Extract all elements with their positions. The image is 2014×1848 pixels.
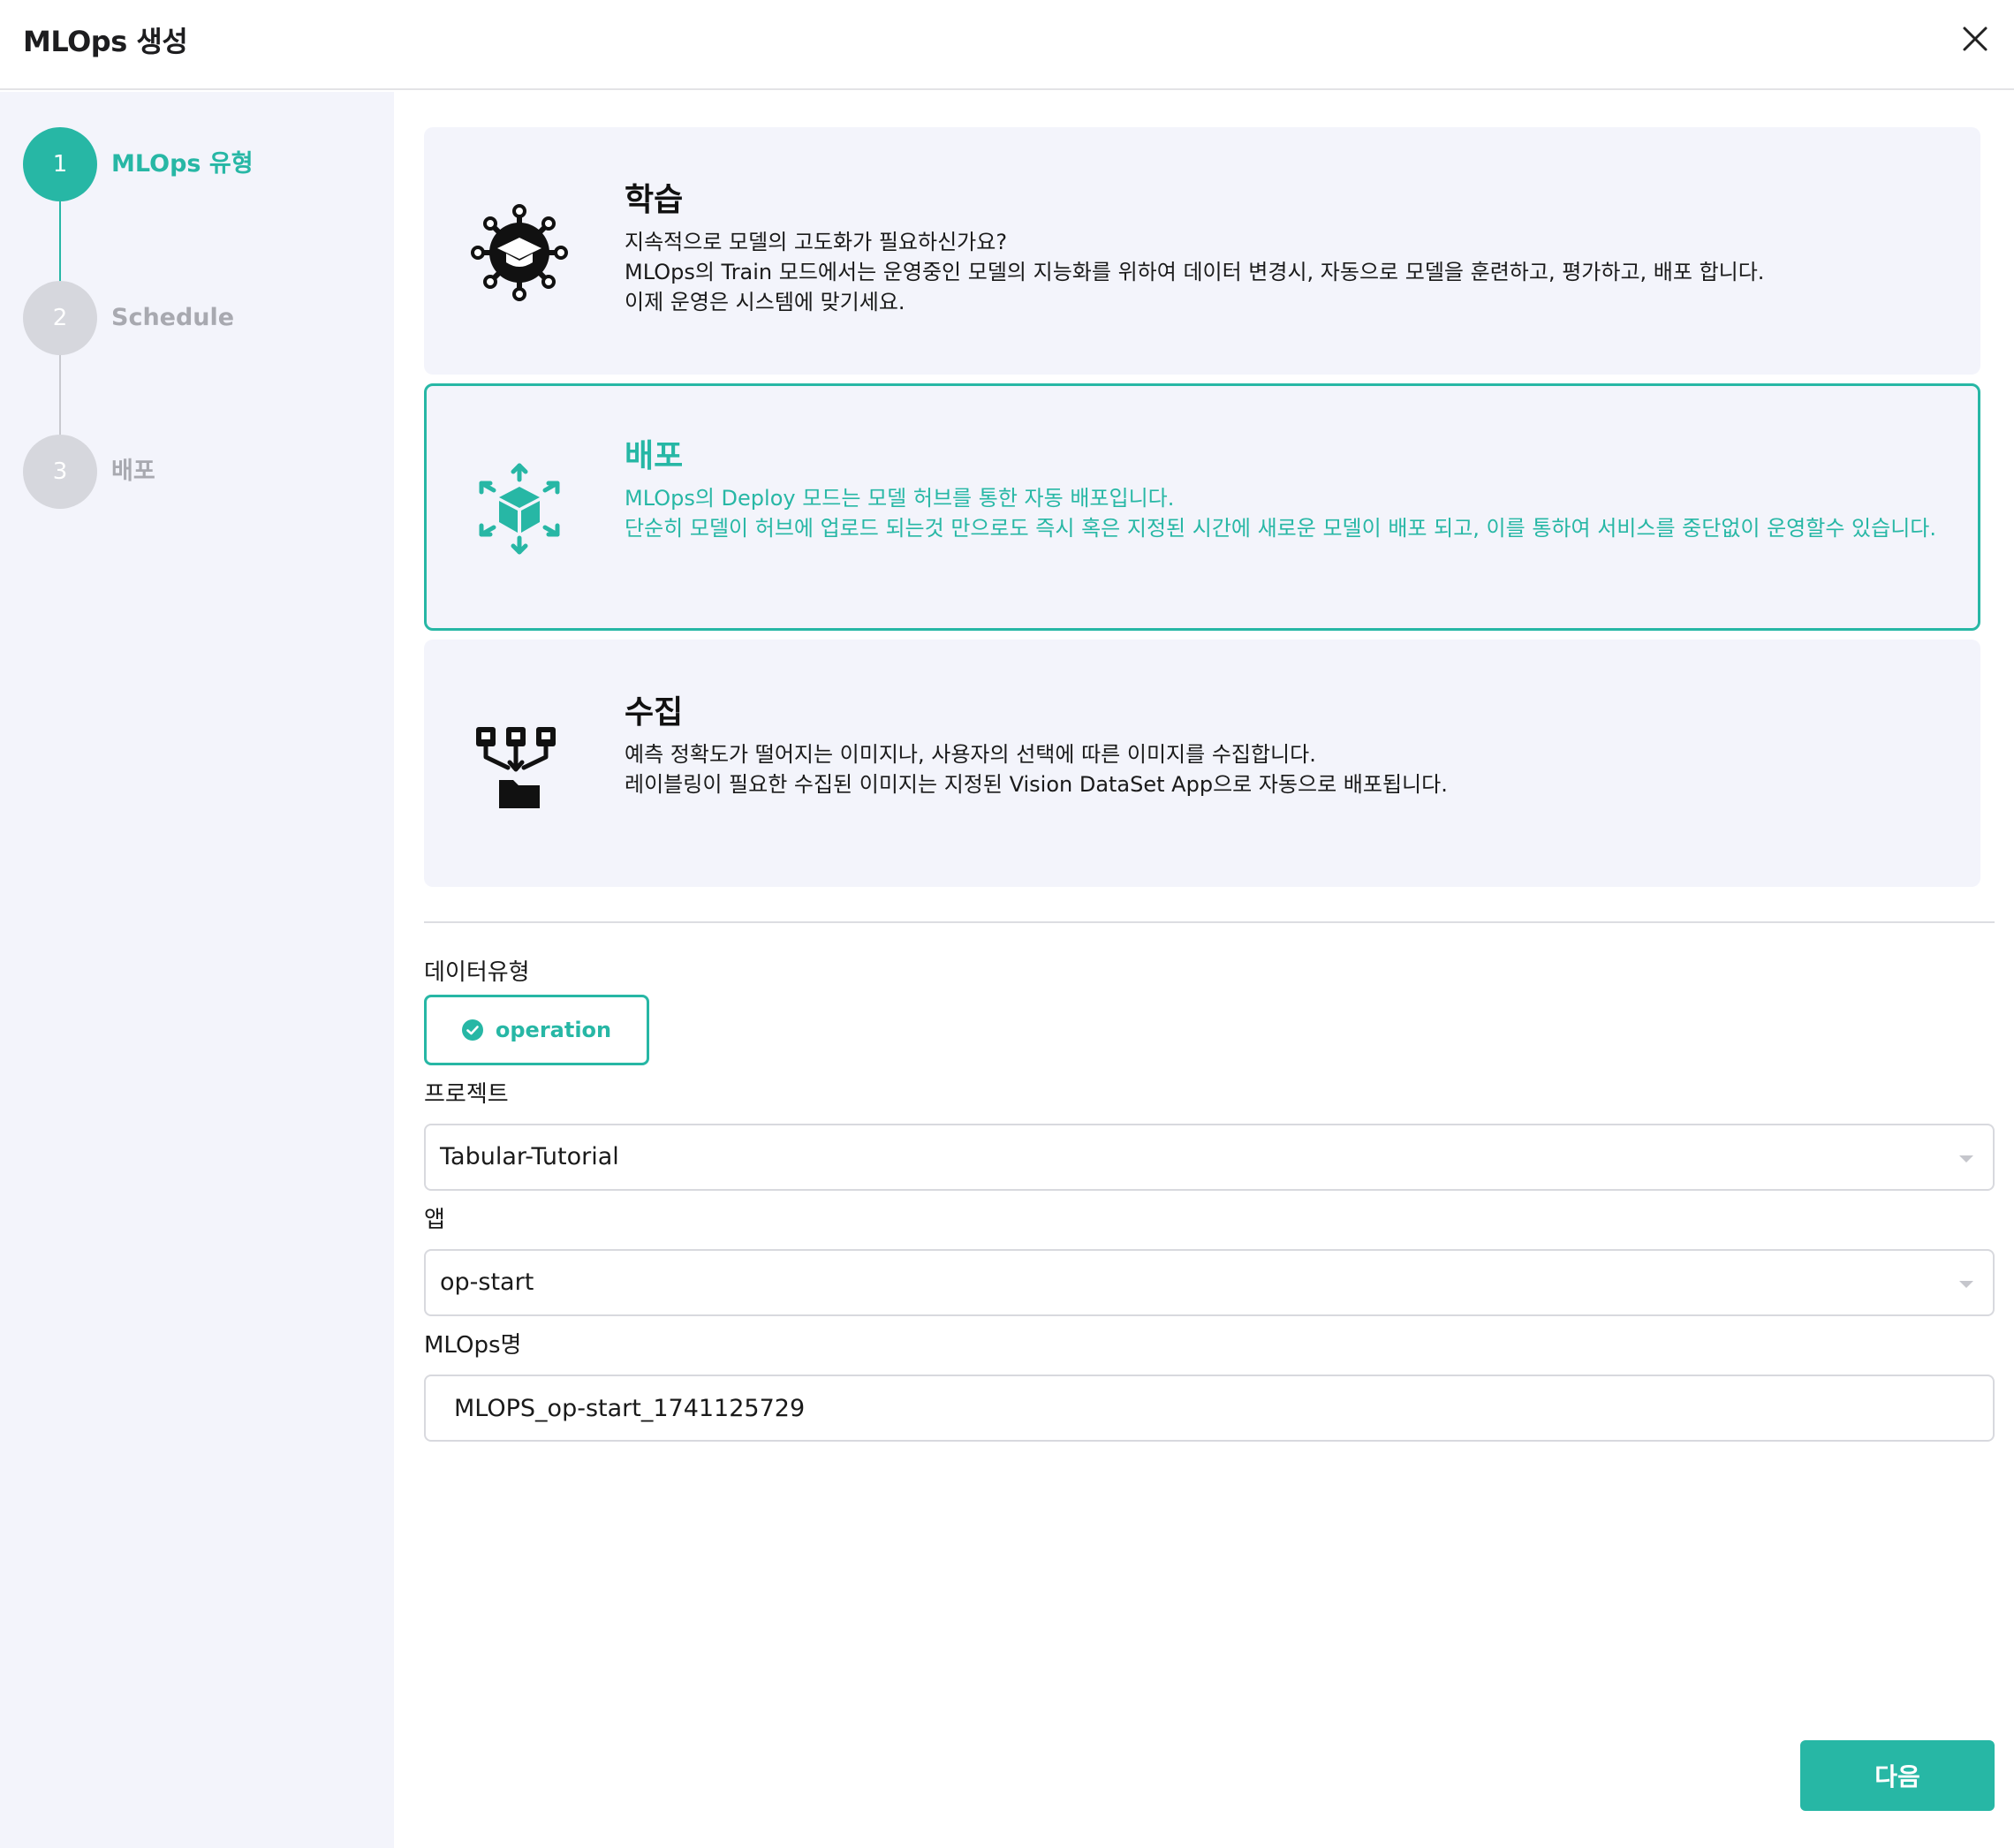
step-2-circle: 2 bbox=[23, 281, 97, 355]
stepper-sidebar: 1 MLOps 유형 2 Schedule 3 배포 bbox=[0, 92, 394, 1848]
card-desc-line: 단순히 모델이 허브에 업로드 되는것 만으로도 즉시 혹은 지정된 시간에 새… bbox=[625, 516, 1937, 541]
app-label: 앱 bbox=[424, 1207, 445, 1233]
project-select[interactable]: Tabular-Tutorial bbox=[424, 1124, 1995, 1191]
app-select-value: op-start bbox=[440, 1269, 534, 1296]
close-icon bbox=[1963, 27, 1988, 51]
chevron-down-icon bbox=[1959, 1281, 1973, 1288]
card-desc-collect: 예측 정확도가 떨어지는 이미지나, 사용자의 선택에 따른 이미지를 수집합니… bbox=[625, 739, 1958, 799]
data-type-label: 데이터유형 bbox=[424, 959, 530, 986]
close-button[interactable] bbox=[1956, 19, 1995, 58]
card-desc-deploy: MLOps의 Deploy 모드는 모델 허브를 통한 자동 배포입니다. 단순… bbox=[625, 483, 1958, 543]
project-label: 프로젝트 bbox=[424, 1081, 509, 1108]
step-3-circle: 3 bbox=[23, 435, 97, 509]
chevron-down-icon bbox=[1959, 1155, 1973, 1163]
card-desc-line: MLOps의 Train 모드에서는 운영중인 모델의 지능화를 위하여 데이터… bbox=[625, 260, 1765, 284]
step-3-label: 배포 bbox=[111, 458, 155, 485]
card-title-collect: 수집 bbox=[625, 694, 684, 731]
mlops-type-card-train[interactable]: 학습 지속적으로 모델의 고도화가 필요하신가요? MLOps의 Train 모… bbox=[424, 127, 1980, 375]
card-desc-line: MLOps의 Deploy 모드는 모델 허브를 통한 자동 배포입니다. bbox=[625, 486, 1175, 511]
step-1-circle: 1 bbox=[23, 127, 97, 201]
step-connector-2 bbox=[59, 355, 61, 436]
next-button[interactable]: 다음 bbox=[1800, 1740, 1995, 1811]
collect-folder-icon bbox=[476, 727, 556, 808]
project-select-value: Tabular-Tutorial bbox=[440, 1143, 619, 1170]
card-desc-line: 이제 운영은 시스템에 맞기세요. bbox=[625, 290, 905, 314]
cube-deploy-icon bbox=[479, 463, 560, 555]
mlops-name-label: MLOps명 bbox=[424, 1332, 522, 1359]
step-connector-1 bbox=[59, 201, 61, 283]
section-divider bbox=[424, 921, 1995, 923]
card-desc-train: 지속적으로 모델의 고도화가 필요하신가요? MLOps의 Train 모드에서… bbox=[625, 227, 1958, 317]
card-desc-line: 레이블링이 필요한 수집된 이미지는 지정된 Vision DataSet Ap… bbox=[625, 772, 1448, 797]
card-title-train: 학습 bbox=[625, 182, 684, 218]
step-2-label: Schedule bbox=[111, 304, 235, 331]
check-circle-icon bbox=[461, 1019, 483, 1041]
graduation-cap-network-icon bbox=[471, 204, 568, 301]
dialog-header: MLOps 생성 bbox=[0, 0, 2014, 90]
card-title-deploy: 배포 bbox=[625, 438, 684, 474]
data-type-chip-operation[interactable]: operation bbox=[424, 995, 649, 1065]
mlops-type-card-deploy[interactable]: 배포 MLOps의 Deploy 모드는 모델 허브를 통한 자동 배포입니다.… bbox=[424, 383, 1980, 631]
app-select[interactable]: op-start bbox=[424, 1249, 1995, 1316]
step-1-label: MLOps 유형 bbox=[111, 150, 254, 178]
dialog-title: MLOps 생성 bbox=[23, 25, 188, 58]
mlops-name-input[interactable] bbox=[424, 1375, 1995, 1442]
card-desc-line: 예측 정확도가 떨어지는 이미지나, 사용자의 선택에 따른 이미지를 수집합니… bbox=[625, 742, 1316, 767]
data-type-chip-label: operation bbox=[495, 1018, 612, 1042]
card-desc-line: 지속적으로 모델의 고도화가 필요하신가요? bbox=[625, 230, 1008, 254]
mlops-type-card-collect[interactable]: 수집 예측 정확도가 떨어지는 이미지나, 사용자의 선택에 따른 이미지를 수… bbox=[424, 640, 1980, 887]
